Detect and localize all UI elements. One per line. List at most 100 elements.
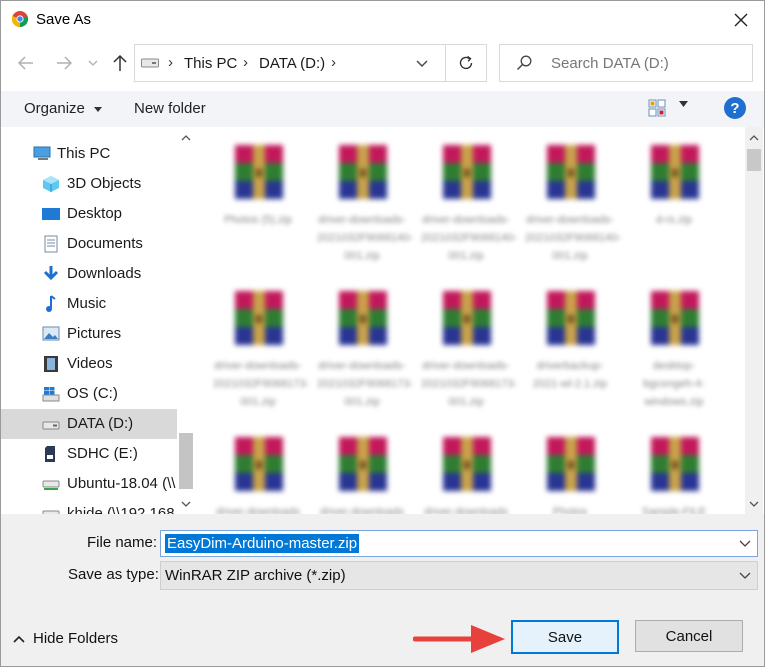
file-item[interactable]: Sample-FILE	[623, 435, 723, 514]
file-name: driver-downloads	[424, 506, 508, 514]
cancel-button[interactable]: Cancel	[635, 620, 743, 652]
file-list-scrollbar[interactable]	[745, 127, 763, 514]
zip-archive-icon	[651, 145, 699, 199]
breadcrumb-separator: ›	[243, 54, 248, 71]
arrow-left-icon	[18, 56, 33, 70]
zip-archive-icon	[339, 291, 387, 345]
file-list: Photos (5).zip driver-downloads-2021032F9…	[195, 127, 745, 514]
nav-scrollbar[interactable]	[177, 127, 195, 514]
breadcrumb-this-pc[interactable]: This PC	[184, 55, 237, 72]
scroll-thumb[interactable]	[747, 149, 761, 171]
save-button[interactable]: Save	[511, 620, 619, 654]
computer-icon	[33, 146, 51, 160]
file-item[interactable]: driver-downloads-2021032F9068173-001.zip	[415, 289, 518, 429]
nav-item-downloads[interactable]: Downloads	[1, 259, 177, 289]
file-name: Photos (5).zip	[224, 214, 292, 226]
search-input[interactable]: Search DATA (D:)	[499, 44, 753, 82]
nav-item-data-d[interactable]: DATA (D:)	[1, 409, 177, 439]
nav-item-pictures[interactable]: Pictures	[1, 319, 177, 349]
file-item[interactable]: driver-downloads	[207, 435, 307, 514]
save-as-type-value: WinRAR ZIP archive (*.zip)	[165, 567, 346, 584]
nav-item-os-c[interactable]: OS (C:)	[1, 379, 177, 409]
chevron-down-icon	[749, 501, 759, 507]
zip-archive-icon	[235, 437, 283, 491]
file-name: driver-downloads-2021032F9068173-001.zip	[213, 360, 310, 408]
back-button[interactable]	[13, 49, 39, 77]
caret-down-icon	[94, 106, 103, 112]
zip-archive-icon	[547, 437, 595, 491]
search-placeholder: Search DATA (D:)	[551, 55, 669, 72]
file-name: driver-downloads	[216, 506, 300, 514]
documents-icon	[44, 235, 58, 253]
hide-folders-button[interactable]: Hide Folders	[13, 630, 118, 647]
file-item[interactable]: driverbackup-2021-wl-2.1.zip	[519, 289, 619, 429]
chevron-down-icon	[88, 60, 98, 66]
arrow-up-icon	[113, 54, 127, 71]
music-icon	[46, 295, 56, 312]
sd-card-icon	[45, 446, 55, 462]
chevron-up-icon	[749, 135, 759, 141]
file-item[interactable]: d-rs.zip	[623, 143, 723, 283]
navigation-pane: This PC 3D Objects Desktop Documents Dow…	[1, 127, 195, 514]
breadcrumb-separator: ›	[331, 54, 336, 71]
refresh-button[interactable]	[446, 44, 487, 82]
file-item[interactable]: driver-downloads-2021032F9068173-001.zip	[311, 289, 414, 429]
file-item[interactable]: driver-downloads-2021032F9068140-001.zip	[519, 143, 621, 283]
chevron-down-icon[interactable]	[413, 55, 431, 71]
address-bar[interactable]: › This PC › DATA (D:) ›	[134, 44, 446, 82]
change-view-icon[interactable]	[648, 99, 666, 117]
close-icon	[734, 13, 748, 27]
file-name: driver-downloads-2021032F9068173-001.zip	[421, 360, 518, 408]
zip-archive-icon	[443, 291, 491, 345]
zip-archive-icon	[443, 437, 491, 491]
nav-item-sdhc-e[interactable]: SDHC (E:)	[1, 439, 177, 469]
drive-icon	[141, 58, 159, 68]
file-name: driver-downloads-2021032F9068173-001.zip	[317, 360, 414, 408]
file-item[interactable]: Photos (5).zip	[207, 143, 307, 283]
breadcrumb-data-d[interactable]: DATA (D:)	[259, 55, 325, 72]
zip-archive-icon	[339, 437, 387, 491]
up-button[interactable]	[107, 49, 133, 77]
nav-item-this-pc[interactable]: This PC	[1, 139, 177, 169]
help-icon[interactable]: ?	[724, 97, 746, 119]
zip-archive-icon	[547, 145, 595, 199]
nav-item-documents[interactable]: Documents	[1, 229, 177, 259]
save-as-type-select[interactable]: WinRAR ZIP archive (*.zip)	[160, 561, 758, 590]
zip-archive-icon	[235, 145, 283, 199]
nav-item-desktop[interactable]: Desktop	[1, 199, 177, 229]
nav-item-3d-objects[interactable]: 3D Objects	[1, 169, 177, 199]
window-title: Save As	[36, 11, 92, 28]
downloads-icon	[43, 266, 59, 281]
zip-archive-icon	[547, 291, 595, 345]
videos-icon	[44, 356, 58, 372]
zip-archive-icon	[339, 145, 387, 199]
nav-item-ubuntu[interactable]: Ubuntu-18.04 (\\	[1, 469, 177, 499]
organize-button[interactable]: Organize	[24, 100, 103, 117]
new-folder-button[interactable]: New folder	[134, 100, 206, 117]
recent-locations-button[interactable]	[83, 49, 103, 77]
pointer-arrow-icon	[413, 625, 505, 653]
forward-button[interactable]	[51, 49, 77, 77]
file-item[interactable]: driver-downloads-2021032F9068173-001.zip	[207, 289, 310, 429]
nav-item-videos[interactable]: Videos	[1, 349, 177, 379]
nav-item-music[interactable]: Music	[1, 289, 177, 319]
close-button[interactable]	[725, 5, 757, 35]
file-item[interactable]: desktop-bgcongeh-4-windows.zip	[623, 289, 723, 429]
file-item[interactable]: driver-downloads	[311, 435, 411, 514]
caret-down-icon[interactable]	[679, 101, 688, 107]
file-item[interactable]: Photos	[519, 435, 619, 514]
file-item[interactable]: driver-downloads	[415, 435, 515, 514]
file-name: driver-downloads-2021032F9068140-001.zip	[317, 214, 414, 262]
file-item[interactable]: driver-downloads-2021032F9068140-001.zip	[311, 143, 414, 283]
nav-item-khide[interactable]: khide (\\192.168	[1, 499, 177, 514]
save-form: File name: EasyDim-Arduino-master.zip Sa…	[1, 514, 764, 666]
network-drive-icon	[42, 480, 60, 490]
file-name-field[interactable]: EasyDim-Arduino-master.zip	[160, 530, 758, 557]
pictures-icon	[42, 326, 60, 341]
windows-drive-icon	[42, 387, 60, 402]
chevron-down-icon[interactable]	[739, 540, 751, 548]
file-item[interactable]: driver-downloads-2021032F9068140-001.zip	[415, 143, 517, 283]
scroll-thumb[interactable]	[179, 433, 193, 489]
chevron-up-icon	[13, 635, 25, 643]
file-name: Sample-FILE	[641, 506, 707, 514]
